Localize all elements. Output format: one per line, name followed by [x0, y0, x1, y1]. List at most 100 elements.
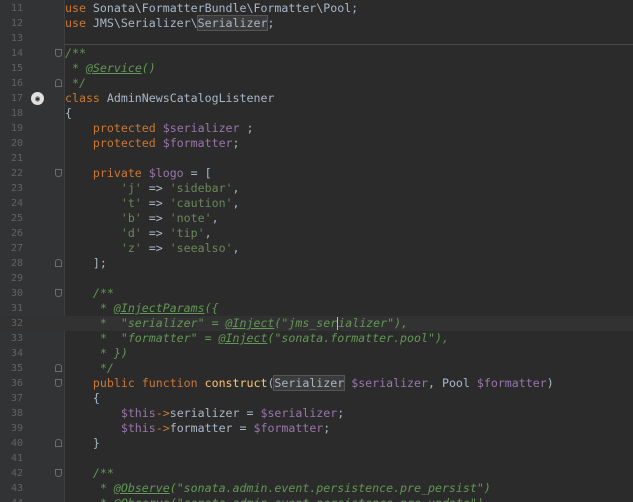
code-text: * @Observe("sonata.admin.event.persisten…: [65, 496, 484, 502]
fold-toggle-icon[interactable]: [55, 439, 62, 447]
code-token: 'tip': [169, 226, 205, 240]
code-line[interactable]: 15 * @Service(): [0, 61, 633, 76]
code-line[interactable]: 23 'j' => 'sidebar',: [0, 181, 633, 196]
code-line[interactable]: 40 }: [0, 436, 633, 451]
code-token: ;: [323, 421, 331, 435]
line-number: 33: [10, 333, 23, 344]
code-text: * @Observe("sonata.admin.event.persisten…: [65, 481, 491, 496]
code-token: */: [65, 76, 86, 90]
code-token: 'sidebar': [169, 181, 233, 195]
line-number: 36: [10, 378, 23, 389]
code-token: ializer"),: [338, 316, 409, 330]
line-number: 28: [10, 258, 23, 269]
code-token: class: [65, 91, 107, 105]
code-token: /**: [65, 46, 86, 60]
fold-toggle-icon[interactable]: [55, 379, 62, 387]
code-token: ;: [337, 406, 345, 420]
code-line[interactable]: 11 use Sonata\FormatterBundle\Formatter\P…: [0, 1, 633, 16]
code-line[interactable]: 30 /**: [0, 286, 633, 301]
fold-toggle-icon[interactable]: [55, 469, 62, 477]
code-line[interactable]: 13: [0, 31, 633, 46]
code-editor[interactable]: 11 use Sonata\FormatterBundle\Formatter\P…: [0, 0, 633, 502]
code-token: ;: [267, 16, 275, 30]
code-line[interactable]: 39 $this->formatter = $formatter;: [0, 421, 633, 436]
line-number: 21: [10, 153, 23, 164]
line-number: 16: [10, 78, 23, 89]
line-number: 43: [10, 483, 23, 494]
code-token: 'note': [169, 211, 212, 225]
code-line[interactable]: 17 ◉ class AdminNewsCatalogListener: [0, 91, 633, 106]
code-token: * "serializer" =: [65, 316, 226, 330]
code-text: 'z' => 'seealso',: [65, 241, 240, 256]
code-text: /**: [65, 46, 86, 61]
code-line[interactable]: 28 ];: [0, 256, 633, 271]
line-number: 18: [10, 108, 23, 119]
code-line[interactable]: 35 */: [0, 361, 633, 376]
code-line[interactable]: 43 * @Observe("sonata.admin.event.persis…: [0, 481, 633, 496]
line-number: 32: [10, 318, 23, 329]
code-line[interactable]: 27 'z' => 'seealso',: [0, 241, 633, 256]
code-line[interactable]: 36 public function construct(Serializer …: [0, 375, 633, 391]
implemented-marker-icon[interactable]: ◉: [31, 92, 44, 105]
code-line[interactable]: 24 't' => 'caution',: [0, 196, 633, 211]
code-line[interactable]: 32 * "serializer" = @Inject("jms_seriali…: [0, 316, 633, 331]
code-token: $serializer: [351, 376, 428, 390]
line-number: 30: [10, 288, 23, 299]
code-token: 'b': [65, 211, 142, 225]
fold-toggle-icon[interactable]: [55, 289, 62, 297]
code-token: *: [65, 496, 114, 502]
code-token: }: [65, 436, 100, 450]
code-line[interactable]: 38 $this->serializer = $serializer;: [0, 406, 633, 421]
code-text: protected $formatter;: [65, 136, 240, 151]
line-number: 39: [10, 423, 23, 434]
code-token: 'j': [65, 181, 142, 195]
code-token: 'z': [65, 241, 142, 255]
line-number: 38: [10, 408, 23, 419]
fold-toggle-icon[interactable]: [55, 259, 62, 267]
code-token: ;: [232, 136, 240, 150]
code-token: Serializer: [273, 375, 346, 391]
code-token: ("jms_ser: [274, 316, 338, 330]
code-line[interactable]: 12 use JMS\Serializer\Serializer;: [0, 15, 633, 31]
code-text: * }): [65, 346, 128, 361]
code-line[interactable]: 20 protected $formatter;: [0, 136, 633, 151]
code-line[interactable]: 42 /**: [0, 466, 633, 481]
code-line[interactable]: 16 */: [0, 76, 633, 91]
code-token: serializer =: [169, 406, 261, 420]
code-token: 'caution': [169, 196, 233, 210]
fold-toggle-icon[interactable]: [55, 364, 62, 372]
code-token: $formatter: [162, 136, 233, 150]
line-number: 11: [10, 3, 23, 14]
fold-toggle-icon[interactable]: [55, 169, 62, 177]
code-line[interactable]: 22 private $logo = [: [0, 166, 633, 181]
code-token: =>: [141, 226, 170, 240]
code-token: Serializer: [196, 15, 269, 31]
code-line[interactable]: 31 * @InjectParams({: [0, 301, 633, 316]
code-token: ("sonata.admin.event.persistence.pre_per…: [169, 481, 491, 495]
code-line[interactable]: 18 {: [0, 106, 633, 121]
code-token: public function: [65, 376, 205, 390]
code-token: private: [65, 166, 149, 180]
code-line[interactable]: 14 /**: [0, 46, 633, 61]
code-text: }: [65, 436, 100, 451]
line-number: 27: [10, 243, 23, 254]
code-token: ,: [232, 181, 240, 195]
code-line[interactable]: 37 {: [0, 391, 633, 406]
code-token: $this: [65, 421, 156, 435]
code-line[interactable]: 29: [0, 271, 633, 286]
fold-toggle-icon[interactable]: [55, 49, 62, 57]
code-line[interactable]: 21: [0, 151, 633, 166]
code-line[interactable]: 34 * }): [0, 346, 633, 361]
code-token: = [: [183, 166, 212, 180]
code-line[interactable]: 33 * "formatter" = @Inject("sonata.forma…: [0, 331, 633, 346]
code-line[interactable]: 25 'b' => 'note',: [0, 211, 633, 226]
code-token: protected: [65, 136, 163, 150]
code-line[interactable]: 26 'd' => 'tip',: [0, 226, 633, 241]
line-number: 35: [10, 363, 23, 374]
code-line[interactable]: 19 protected $serializer ;: [0, 121, 633, 136]
code-token: ,: [204, 226, 212, 240]
fold-toggle-icon[interactable]: [55, 79, 62, 87]
code-line[interactable]: 41: [0, 451, 633, 466]
code-token: {: [65, 391, 100, 405]
code-line[interactable]: 44 * @Observe("sonata.admin.event.persis…: [0, 496, 633, 502]
